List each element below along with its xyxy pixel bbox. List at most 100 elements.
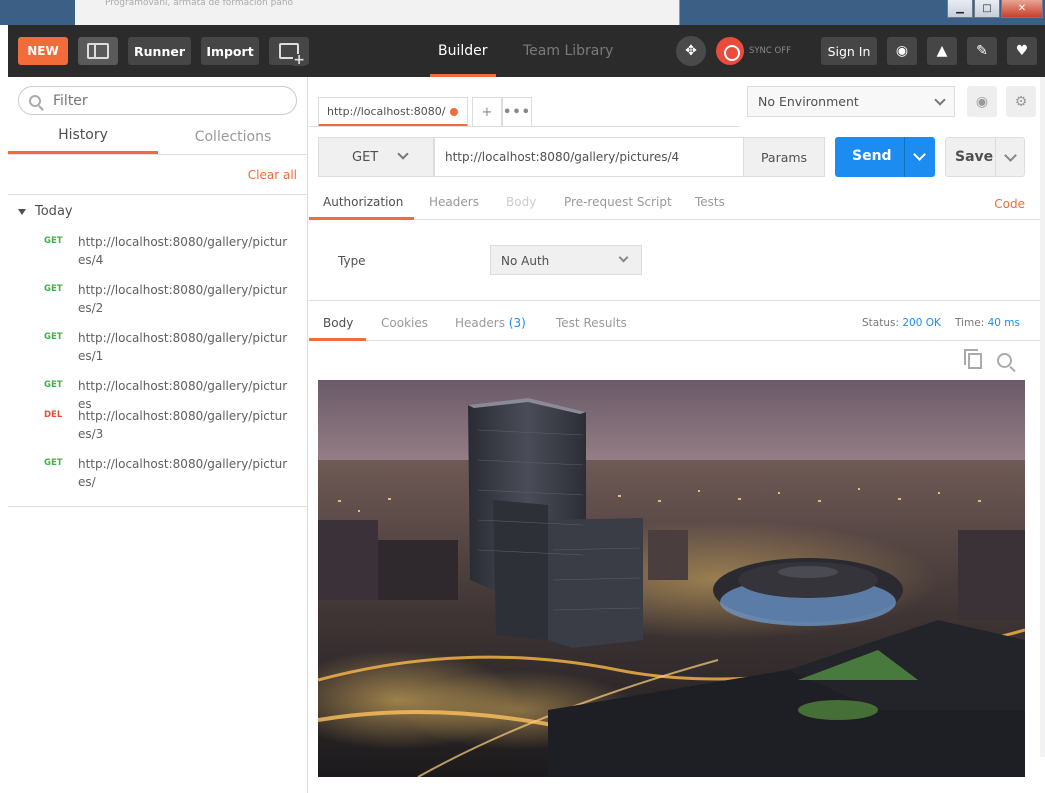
history-url: http://localhost:8080/gallery/pictures/ [78,457,288,489]
save-dropdown-button[interactable] [995,138,1025,176]
list-item[interactable]: GET http://localhost:8080/gallery/pictur… [8,452,308,500]
runner-button[interactable]: Runner [128,37,191,65]
response-tabs: Body Cookies Headers (3) Test Results St… [309,301,1045,341]
heart-icon[interactable]: ♥ [1007,37,1037,65]
response-image-preview [318,380,1025,777]
tab-team-library[interactable]: Team Library [523,25,613,77]
scrollbar[interactable] [1040,77,1045,757]
sidebar-tabs: History Collections [8,119,308,155]
clear-bar: Clear all [8,155,308,195]
window-controls: ▁ □ ✕ [947,0,1043,18]
search-icon[interactable] [997,353,1012,368]
new-window-button[interactable] [269,37,309,66]
search-icon [29,94,41,107]
status-label: Status: [862,317,899,329]
divider [8,506,308,507]
send-dropdown-button[interactable] [904,137,935,177]
time-value: 40 ms [987,317,1020,329]
sync-icon [715,37,744,65]
history-url: http://localhost:8080/gallery/pictures/3 [78,409,288,441]
import-button[interactable]: Import [201,37,259,65]
builder-main: http://localhost:8080/ + ••• No Environm… [309,77,1045,793]
save-button[interactable]: Save [945,137,1025,177]
window-titlebar: Programování, armata de formación pano ▁… [0,0,1045,25]
add-tab-button[interactable]: + [472,97,502,127]
history-url: http://localhost:8080/gallery/pictures/4 [78,235,288,267]
more-tabs-button[interactable]: ••• [502,97,532,127]
background-document: Programování, armata de formación pano [75,0,680,25]
request-tab[interactable]: http://localhost:8080/ [318,97,468,127]
history-url: http://localhost:8080/gallery/pictures/2 [78,283,288,315]
sign-in-button[interactable]: Sign In [821,37,877,65]
list-item[interactable]: GET http://localhost:8080/gallery/pictur… [8,326,308,374]
method-badge: GET [44,284,63,294]
response-headers-label: Headers [455,316,505,330]
close-icon[interactable]: ✕ [1001,0,1043,18]
time-readout: Time: 40 ms [955,317,1020,329]
method-select[interactable]: GET [318,137,434,177]
tab-tests[interactable]: Tests [695,195,725,209]
new-window-icon [279,43,305,66]
auth-type-label: Type [338,254,366,268]
history-group-today[interactable]: Today [18,204,73,219]
auth-type-select[interactable]: No Auth [490,245,642,275]
list-item[interactable]: GET http://localhost:8080/gallery/pictur… [8,374,308,411]
tab-test-results[interactable]: Test Results [556,316,627,330]
auth-type-value: No Auth [501,254,550,268]
minimize-icon[interactable]: ▁ [947,0,973,18]
status-readout: Status: 200 OK [862,317,941,329]
list-item[interactable]: GET http://localhost:8080/gallery/pictur… [8,278,308,326]
unsaved-dot-icon [450,108,458,116]
tab-history[interactable]: History [8,119,158,154]
method-badge: GET [44,332,63,342]
caret-down-icon [18,208,26,215]
params-button[interactable]: Params [743,137,825,177]
tab-prerequest-script[interactable]: Pre-request Script [564,195,672,209]
eye-icon[interactable]: ◉ [967,86,997,117]
list-item[interactable]: DEL http://localhost:8080/gallery/pictur… [8,404,308,452]
method-badge: GET [44,458,63,468]
copy-icon[interactable] [964,349,982,369]
tab-response-headers[interactable]: Headers (3) [455,316,526,330]
new-button[interactable]: NEW [18,37,68,65]
url-bar: GET http://localhost:8080/gallery/pictur… [309,137,1045,178]
time-label: Time: [955,317,985,329]
maximize-icon[interactable]: □ [974,0,1000,18]
tab-collections[interactable]: Collections [158,119,308,154]
code-link[interactable]: Code [994,197,1025,211]
filter-input[interactable] [53,92,253,109]
tab-response-body[interactable]: Body [323,316,353,330]
divider [309,126,739,127]
tab-cookies[interactable]: Cookies [381,316,428,330]
response-headers-count: (3) [508,316,526,330]
request-subtabs: Authorization Headers Body Pre-request S… [309,187,1045,220]
gear-icon[interactable]: ⚙ [1006,86,1036,117]
globe-icon[interactable]: ◉ [887,37,917,65]
sidebar-icon [87,43,109,59]
method-badge: GET [44,236,63,246]
save-label: Save [955,149,994,165]
sync-status[interactable]: SYNC OFF [715,37,791,65]
filter-field[interactable] [18,86,297,115]
active-tab-indicator [309,217,414,220]
list-item[interactable]: GET http://localhost:8080/gallery/pictur… [8,230,308,278]
tab-builder[interactable]: Builder [430,25,495,77]
toolbar-right: ✥ SYNC OFF Sign In ◉ ▲ ✎ ♥ [675,25,1045,77]
satellite-icon[interactable]: ✥ [675,36,706,66]
wrench-icon[interactable]: ✎ [967,37,997,65]
tab-authorization[interactable]: Authorization [323,195,403,209]
send-label: Send [852,148,892,164]
tab-body: Body [506,195,537,209]
history-url: http://localhost:8080/gallery/pictures/1 [78,331,288,363]
url-input[interactable]: http://localhost:8080/gallery/pictures/4 [434,137,744,177]
method-badge: GET [44,380,63,390]
tab-headers[interactable]: Headers [429,195,479,209]
environment-select[interactable]: No Environment [747,86,955,117]
top-toolbar: NEW Runner Import Builder Team Library ✥… [8,25,1045,77]
toggle-sidebar-button[interactable] [78,37,118,65]
clear-all-link[interactable]: Clear all [248,168,297,182]
chevron-down-icon [397,148,409,160]
history-list: GET http://localhost:8080/gallery/pictur… [8,230,308,500]
send-button[interactable]: Send [835,137,935,177]
bell-icon[interactable]: ▲ [927,37,957,65]
